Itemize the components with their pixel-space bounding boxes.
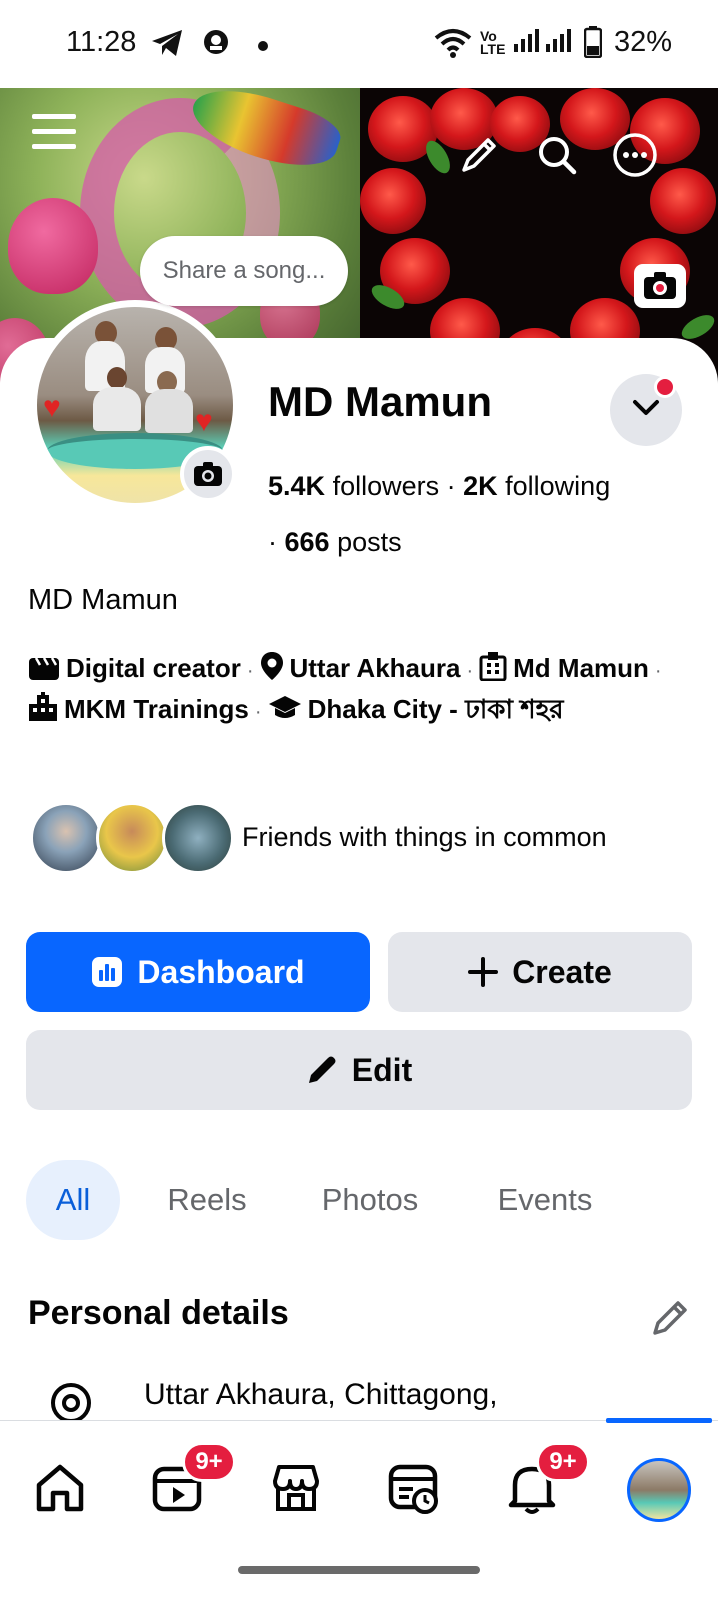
- cover-camera-icon[interactable]: [634, 264, 686, 308]
- profile-stats: 5.4K followers · 2K following · 666 post…: [268, 471, 611, 557]
- wifi-icon: [434, 28, 472, 63]
- tab-reels[interactable]: Reels: [152, 1160, 262, 1240]
- following-label[interactable]: following: [505, 471, 610, 501]
- dashboard-button[interactable]: Dashboard: [26, 932, 370, 1012]
- nav-home[interactable]: [20, 1450, 100, 1530]
- battery-percent: 32%: [614, 26, 673, 58]
- app-icon: [202, 28, 230, 61]
- home-icon: [33, 1461, 87, 1520]
- tab-all[interactable]: All: [26, 1160, 120, 1240]
- create-button[interactable]: Create: [388, 932, 692, 1012]
- plus-icon: [468, 957, 499, 987]
- notifications-badge: 9+: [536, 1442, 590, 1482]
- friend-avatar: [162, 802, 234, 874]
- friends-common-text: Friends with things in common: [242, 822, 607, 852]
- mutual-friends[interactable]: Friends with things in common: [30, 802, 690, 874]
- volte-icon: Vo LTE: [480, 28, 506, 57]
- posts-count: 666: [284, 527, 330, 557]
- active-tab-indicator: [606, 1418, 712, 1423]
- detail-category: Digital creator: [66, 653, 241, 683]
- followers-label[interactable]: followers: [333, 471, 440, 501]
- friend-avatar: [30, 802, 102, 874]
- edit-details-icon[interactable]: [648, 1296, 692, 1340]
- status-time: 11:28: [66, 26, 137, 58]
- friend-avatar: [96, 802, 168, 874]
- location-pin-icon: [260, 651, 284, 691]
- dashboard-label: Dashboard: [137, 953, 305, 990]
- battery-icon: [583, 26, 603, 63]
- detail-work-2: MKM Trainings: [64, 694, 249, 724]
- signal-icon: [546, 28, 572, 59]
- search-icon[interactable]: [534, 132, 580, 178]
- nav-marketplace[interactable]: [256, 1450, 336, 1530]
- office-icon: [28, 692, 58, 732]
- more-options-icon[interactable]: [610, 130, 660, 180]
- personal-details-title: Personal details: [28, 1294, 289, 1332]
- building-icon: [479, 651, 507, 691]
- status-bar: 11:28 Vo LTE 32%: [0, 0, 718, 88]
- signal-icon: [514, 28, 540, 59]
- feeds-clock-icon: [387, 1461, 441, 1520]
- tab-photos[interactable]: Photos: [310, 1160, 430, 1240]
- nav-feeds[interactable]: [374, 1450, 454, 1530]
- marketplace-icon: [269, 1461, 323, 1520]
- profile-details: Digital creator · Uttar Akhaura · Md Mamun…: [28, 650, 696, 732]
- chevron-down-icon: [631, 398, 661, 423]
- nav-profile-avatar[interactable]: [627, 1458, 691, 1522]
- following-count[interactable]: 2K: [463, 471, 498, 501]
- home-indicator[interactable]: [238, 1566, 480, 1574]
- share-song-bubble[interactable]: Share a song...: [140, 236, 348, 306]
- detail-location: Uttar Akhaura: [289, 653, 461, 683]
- posts-label: posts: [337, 527, 402, 557]
- edit-profile-button[interactable]: Edit: [26, 1030, 692, 1110]
- create-label: Create: [512, 953, 612, 990]
- detail-work-1: Md Mamun: [513, 653, 649, 683]
- notification-dot: [654, 376, 676, 398]
- video-badge: 9+: [182, 1442, 236, 1482]
- bio-text: MD Mamun: [28, 584, 178, 616]
- dot-icon: [258, 38, 268, 56]
- edit-label: Edit: [351, 1051, 413, 1088]
- followers-count[interactable]: 5.4K: [268, 471, 325, 501]
- telegram-icon: [150, 28, 184, 63]
- tab-events[interactable]: Events: [486, 1160, 604, 1240]
- graduation-cap-icon: [268, 694, 302, 732]
- detail-education: Dhaka City - ঢাকা শহর: [307, 694, 564, 724]
- profile-picture-camera-icon[interactable]: [180, 446, 236, 502]
- profile-menu-button[interactable]: [610, 374, 682, 446]
- pencil-icon: [306, 1054, 338, 1086]
- dashboard-icon: [91, 956, 123, 988]
- edit-cover-icon[interactable]: [456, 132, 502, 178]
- clapperboard-icon: [28, 654, 60, 691]
- profile-name: MD Mamun: [268, 378, 492, 425]
- menu-icon[interactable]: [28, 108, 80, 156]
- personal-location: Uttar Akhaura, Chittagong,: [144, 1378, 498, 1411]
